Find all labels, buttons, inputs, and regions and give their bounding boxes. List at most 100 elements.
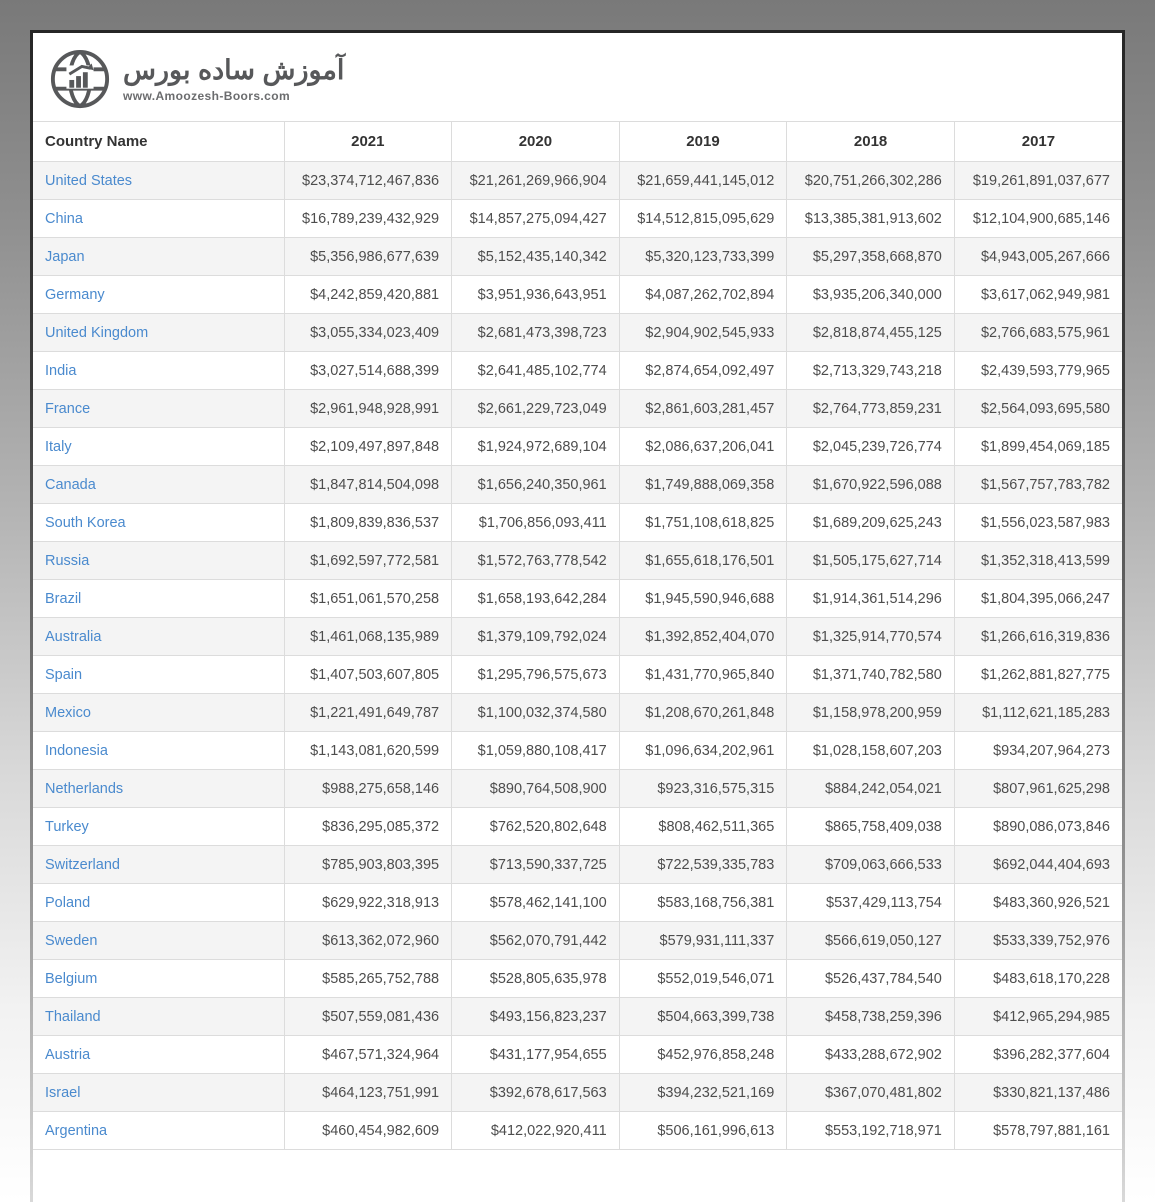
gdp-value: $1,567,757,783,782	[953, 465, 1122, 504]
gdp-value: $713,590,337,725	[451, 845, 620, 884]
gdp-value: $1,651,061,570,258	[283, 579, 452, 618]
gdp-value: $2,818,874,455,125	[786, 313, 955, 352]
column-header-country: Country Name	[33, 121, 284, 162]
gdp-value: $412,965,294,985	[953, 997, 1122, 1036]
gdp-value: $431,177,954,655	[451, 1035, 620, 1074]
gdp-value: $467,571,324,964	[283, 1035, 452, 1074]
gdp-value: $5,356,986,677,639	[283, 237, 452, 276]
table-row: India $3,027,514,688,399 $2,641,485,102,77…	[33, 351, 1122, 390]
gdp-value: $5,152,435,140,342	[451, 237, 620, 276]
country-link[interactable]: United Kingdom	[45, 325, 148, 341]
country-link[interactable]: Spain	[45, 667, 82, 683]
gdp-value: $5,320,123,733,399	[618, 237, 787, 276]
table-row: Japan $5,356,986,677,639 $5,152,435,140,34…	[33, 237, 1122, 276]
gdp-value: $458,738,259,396	[786, 997, 955, 1036]
table-row: Canada $1,847,814,504,098 $1,656,240,350,9…	[33, 465, 1122, 504]
country-link[interactable]: Israel	[45, 1085, 80, 1101]
gdp-value: $3,027,514,688,399	[283, 351, 452, 390]
table-row: Israel $464,123,751,991 $392,678,617,563 $3…	[33, 1073, 1122, 1112]
country-cell: France	[33, 389, 284, 428]
country-link[interactable]: South Korea	[45, 515, 126, 531]
country-cell: Sweden	[33, 921, 284, 960]
country-link[interactable]: Russia	[45, 553, 89, 569]
site-logo: آموزش ساده بورس www.Amoozesh-Boors.com	[33, 33, 1122, 121]
gdp-value: $1,749,888,069,358	[618, 465, 787, 504]
column-header-2020: 2020	[451, 121, 620, 162]
table-row: Brazil $1,651,061,570,258 $1,658,193,642,2…	[33, 579, 1122, 618]
country-cell: Turkey	[33, 807, 284, 846]
gdp-value: $1,379,109,792,024	[451, 617, 620, 656]
table-row: South Korea $1,809,839,836,537 $1,706,856,…	[33, 503, 1122, 542]
table-row: France $2,961,948,928,991 $2,661,229,723,0…	[33, 389, 1122, 428]
gdp-value: $934,207,964,273	[953, 731, 1122, 770]
gdp-value: $1,804,395,066,247	[953, 579, 1122, 618]
gdp-value: $21,261,269,966,904	[451, 161, 620, 200]
country-link[interactable]: Sweden	[45, 933, 97, 949]
country-link[interactable]: Argentina	[45, 1123, 107, 1139]
gdp-value: $865,758,409,038	[786, 807, 955, 846]
gdp-value: $367,070,481,802	[786, 1073, 955, 1112]
country-link[interactable]: Austria	[45, 1047, 90, 1063]
gdp-value: $16,789,239,432,929	[283, 199, 452, 238]
gdp-value: $526,437,784,540	[786, 959, 955, 998]
gdp-value: $1,670,922,596,088	[786, 465, 955, 504]
country-link[interactable]: France	[45, 401, 90, 417]
gdp-value: $533,339,752,976	[953, 921, 1122, 960]
country-cell: Australia	[33, 617, 284, 656]
gdp-value: $1,295,796,575,673	[451, 655, 620, 694]
gdp-value: $613,362,072,960	[283, 921, 452, 960]
gdp-value: $578,797,881,161	[953, 1111, 1122, 1150]
gdp-value: $1,028,158,607,203	[786, 731, 955, 770]
country-link[interactable]: Germany	[45, 287, 105, 303]
country-link[interactable]: Thailand	[45, 1009, 101, 1025]
table-row: Mexico $1,221,491,649,787 $1,100,032,374,5…	[33, 693, 1122, 732]
gdp-value: $583,168,756,381	[618, 883, 787, 922]
country-cell: South Korea	[33, 503, 284, 542]
gdp-value: $3,055,334,023,409	[283, 313, 452, 352]
column-header-2019: 2019	[618, 121, 787, 162]
gdp-value: $1,221,491,649,787	[283, 693, 452, 732]
country-link[interactable]: Netherlands	[45, 781, 123, 797]
gdp-value: $1,325,914,770,574	[786, 617, 955, 656]
table-row: Thailand $507,559,081,436 $493,156,823,237…	[33, 997, 1122, 1036]
country-link[interactable]: India	[45, 363, 76, 379]
gdp-value: $2,961,948,928,991	[283, 389, 452, 428]
country-link[interactable]: Canada	[45, 477, 96, 493]
country-link[interactable]: Indonesia	[45, 743, 108, 759]
gdp-value: $4,943,005,267,666	[953, 237, 1122, 276]
country-link[interactable]: Japan	[45, 249, 85, 265]
gdp-value: $483,360,926,521	[953, 883, 1122, 922]
country-link[interactable]: United States	[45, 173, 132, 189]
country-link[interactable]: Switzerland	[45, 857, 120, 873]
country-link[interactable]: Brazil	[45, 591, 81, 607]
country-link[interactable]: Mexico	[45, 705, 91, 721]
gdp-value: $537,429,113,754	[786, 883, 955, 922]
country-link[interactable]: Australia	[45, 629, 101, 645]
table-row: Italy $2,109,497,897,848 $1,924,972,689,10…	[33, 427, 1122, 466]
country-cell: Israel	[33, 1073, 284, 1112]
country-link[interactable]: Italy	[45, 439, 72, 455]
country-link[interactable]: China	[45, 211, 83, 227]
globe-chart-icon	[50, 49, 110, 109]
country-cell: Austria	[33, 1035, 284, 1074]
country-cell: Belgium	[33, 959, 284, 998]
gdp-value: $483,618,170,228	[953, 959, 1122, 998]
gdp-value: $923,316,575,315	[618, 769, 787, 808]
gdp-value: $585,265,752,788	[283, 959, 452, 998]
country-link[interactable]: Turkey	[45, 819, 89, 835]
gdp-value: $1,100,032,374,580	[451, 693, 620, 732]
country-link[interactable]: Belgium	[45, 971, 97, 987]
gdp-value: $394,232,521,169	[618, 1073, 787, 1112]
country-cell: China	[33, 199, 284, 238]
gdp-value: $579,931,111,337	[618, 921, 787, 960]
gdp-value: $2,681,473,398,723	[451, 313, 620, 352]
gdp-value: $629,922,318,913	[283, 883, 452, 922]
gdp-value: $20,751,266,302,286	[786, 161, 955, 200]
logo-website: www.Amoozesh-Boors.com	[123, 88, 291, 103]
gdp-value: $1,847,814,504,098	[283, 465, 452, 504]
column-header-2017: 2017	[953, 121, 1122, 162]
gdp-value: $1,945,590,946,688	[618, 579, 787, 618]
country-link[interactable]: Poland	[45, 895, 90, 911]
gdp-value: $506,161,996,613	[618, 1111, 787, 1150]
gdp-value: $19,261,891,037,677	[953, 161, 1122, 200]
